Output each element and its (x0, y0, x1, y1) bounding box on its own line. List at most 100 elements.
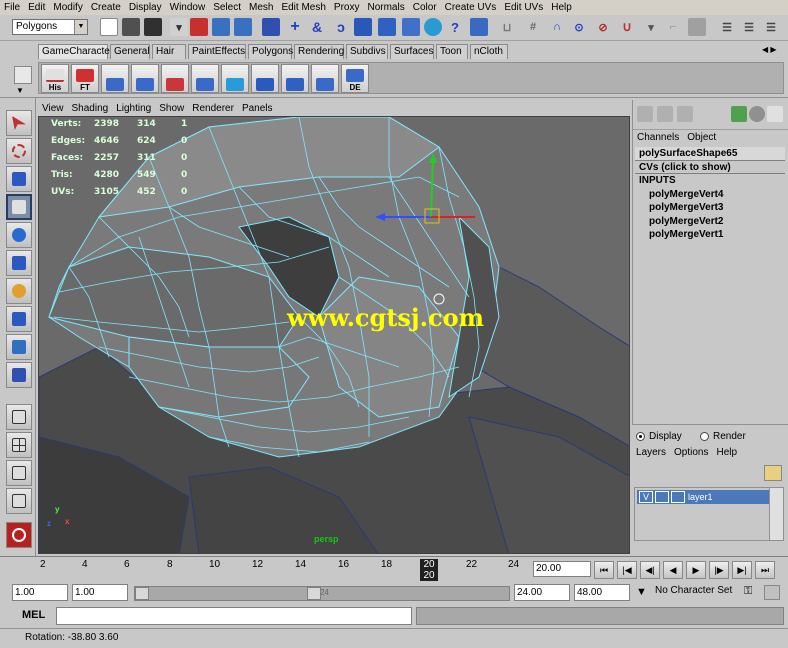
input-output-icon[interactable]: ⌐ (664, 18, 682, 36)
render-view-button[interactable] (6, 522, 32, 548)
menu-proxy[interactable]: Proxy (330, 1, 364, 15)
auto-key-icon[interactable]: ⚿ (744, 585, 752, 598)
uv-mask-icon[interactable] (378, 18, 396, 36)
select-hierarchy-icon[interactable] (190, 18, 208, 36)
menu-create[interactable]: Create (87, 1, 125, 15)
make-live-icon[interactable]: ∪ (618, 18, 636, 36)
viewport-menu-renderer[interactable]: Renderer (188, 103, 238, 114)
menu-set-dropdown[interactable]: Polygons ▼ (12, 19, 88, 35)
animation-start-field[interactable]: 1.00 (12, 584, 68, 601)
open-scene-icon[interactable] (122, 18, 140, 36)
perspective-viewport[interactable]: Verts: 2398 314 1 Edges: 4646 624 0 Faces: 2257… (38, 116, 630, 554)
current-frame-field[interactable]: 20.00 (533, 561, 591, 577)
viewport-menu-view[interactable]: View (38, 103, 68, 114)
graph-layout[interactable] (6, 488, 32, 514)
menu-window[interactable]: Window (166, 1, 210, 15)
cvs-row[interactable]: CVs (click to show) (635, 161, 785, 174)
show-manipulator-tool[interactable] (6, 334, 32, 360)
input-node[interactable]: polyMergeVert3 (635, 201, 785, 215)
display-radio[interactable]: Display (636, 431, 682, 442)
magnet-icon[interactable]: ⊔ (498, 18, 516, 36)
go-to-end-button[interactable]: ⏭ (755, 561, 775, 579)
step-forward-frame-button[interactable]: |▶ (709, 561, 729, 579)
layer-type-toggle[interactable] (655, 491, 669, 503)
shelf-tool-button[interactable] (311, 64, 339, 93)
shelf-scroll-icon[interactable]: ◀ ▶ (762, 45, 777, 54)
viewport-menu-panels[interactable]: Panels (238, 103, 277, 114)
step-back-key-button[interactable]: |◀ (617, 561, 637, 579)
tab-ncloth[interactable]: nCloth (470, 44, 508, 59)
shelf-tool-button[interactable] (251, 64, 279, 93)
range-start-handle[interactable] (135, 587, 149, 600)
layers-menu[interactable]: Layers (636, 447, 666, 458)
layer-scrollbar[interactable] (769, 488, 783, 540)
layer-visibility-toggle[interactable]: V (639, 491, 653, 503)
shelf-options-icon[interactable]: ▼ (16, 86, 24, 95)
snap-curve-icon[interactable]: ∩ (548, 18, 566, 36)
move-tool[interactable] (6, 194, 32, 220)
four-view-layout[interactable] (6, 432, 32, 458)
go-to-start-button[interactable]: ⏮ (594, 561, 614, 579)
question-icon[interactable]: ? (446, 18, 464, 36)
channels-menu[interactable]: Channels (637, 132, 679, 143)
character-set-menu[interactable]: No Character Set (655, 585, 732, 596)
shelf-tool-button[interactable] (161, 64, 189, 93)
input-node[interactable]: polyMergeVert2 (635, 215, 785, 229)
tab-subdivs[interactable]: Subdivs (346, 44, 388, 59)
new-scene-icon[interactable] (100, 18, 118, 36)
current-time-marker[interactable]: 20 20 (420, 559, 438, 581)
outliner-layout[interactable] (6, 460, 32, 486)
help-menu[interactable]: Help (716, 447, 737, 458)
script-type-label[interactable]: MEL (22, 609, 45, 621)
snap-point-icon[interactable]: ⊙ (570, 18, 588, 36)
select-object-icon[interactable] (212, 18, 230, 36)
menu-normals[interactable]: Normals (363, 1, 408, 15)
menu-display[interactable]: Display (125, 1, 166, 15)
tool-settings-icon[interactable]: ☰ (740, 18, 758, 36)
universal-manipulator-tool[interactable] (6, 278, 32, 304)
playback-end-field[interactable]: 24.00 (514, 584, 570, 601)
menu-file[interactable]: File (0, 1, 24, 15)
input-node[interactable]: polyMergeVert1 (635, 228, 785, 242)
layer-row[interactable]: V layer1 (637, 490, 769, 504)
tab-surfaces[interactable]: Surfaces (390, 44, 434, 59)
plus-icon[interactable]: + (286, 18, 304, 36)
menu-edit-mesh[interactable]: Edit Mesh (277, 1, 329, 15)
channel-box-icon[interactable] (637, 106, 653, 122)
lock-selection-icon[interactable] (470, 18, 488, 36)
render-radio[interactable]: Render (700, 431, 746, 442)
deformer-icon[interactable] (402, 18, 420, 36)
mel-command-input[interactable] (56, 607, 412, 625)
tab-toon[interactable]: Toon (436, 44, 468, 59)
freeze-transform-button[interactable]: FT (71, 64, 99, 93)
play-forwards-button[interactable]: ▶ (686, 561, 706, 579)
menu-mesh[interactable]: Mesh (245, 1, 277, 15)
tab-painteffects[interactable]: PaintEffects (188, 44, 246, 59)
viewport-menu-shading[interactable]: Shading (68, 103, 113, 114)
menu-create-uvs[interactable]: Create UVs (441, 1, 501, 15)
new-layer-icon[interactable] (764, 465, 782, 481)
range-bar[interactable]: 24 (134, 586, 510, 601)
last-tool[interactable] (6, 362, 32, 388)
delete-edge-button[interactable]: DE (341, 64, 369, 93)
channel-box-toggle-icon[interactable]: ☰ (762, 18, 780, 36)
face-mask-icon[interactable] (354, 18, 372, 36)
shelf-tool-button[interactable] (131, 64, 159, 93)
menu-color[interactable]: Color (409, 1, 441, 15)
step-back-frame-button[interactable]: ◀| (640, 561, 660, 579)
single-perspective-layout[interactable] (6, 404, 32, 430)
selection-mode-icon[interactable]: ▾ (170, 18, 188, 36)
menu-modify[interactable]: Modify (49, 1, 86, 15)
lasso-tool[interactable] (6, 138, 32, 164)
attribute-editor-icon[interactable]: ☰ (718, 18, 736, 36)
render-frame-icon[interactable] (688, 18, 706, 36)
render-layer-icon[interactable] (749, 106, 765, 122)
layer-editor-icon[interactable] (657, 106, 673, 122)
delete-history-button[interactable]: His (41, 64, 69, 93)
save-scene-icon[interactable] (144, 18, 162, 36)
time-ruler[interactable]: 2 4 6 8 10 12 14 16 18 20 22 24 20 20 (10, 559, 528, 581)
playback-start-field[interactable]: 1.00 (72, 584, 128, 601)
menu-help[interactable]: Help (547, 1, 576, 15)
curve-icon[interactable]: ↄ (332, 18, 350, 36)
vertex-mask-icon[interactable] (262, 18, 280, 36)
